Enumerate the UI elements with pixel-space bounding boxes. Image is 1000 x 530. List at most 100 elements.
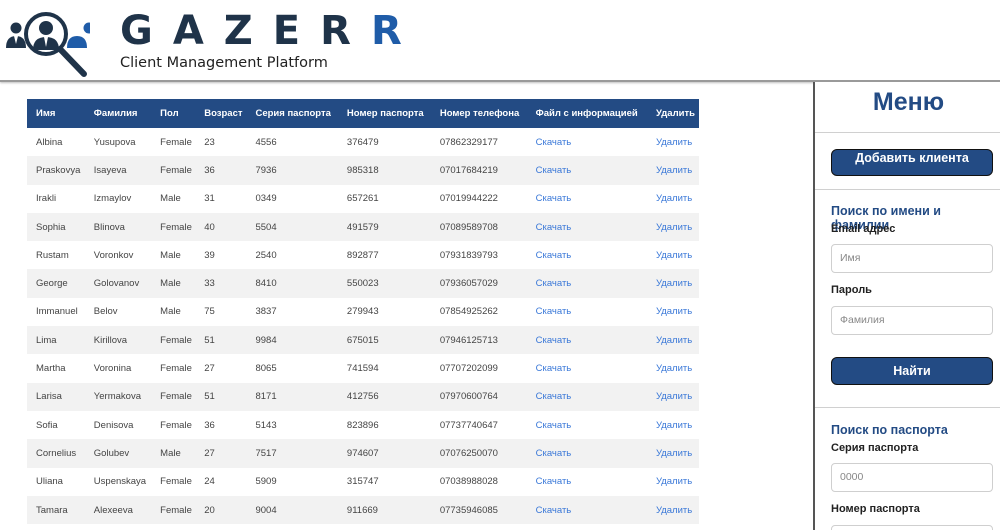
- table-cell: 07854925262: [439, 306, 498, 318]
- download-link[interactable]: Скачать: [536, 363, 572, 374]
- delete-link[interactable]: Удалить: [656, 193, 692, 204]
- table-cell: 9984: [246, 326, 338, 355]
- table-cell: 823896: [346, 419, 379, 431]
- delete-cell: Удалить: [646, 495, 699, 525]
- column-header: Серия паспорта: [246, 99, 338, 128]
- delete-link[interactable]: Удалить: [656, 335, 692, 346]
- table-cell: 892877: [346, 249, 379, 261]
- delete-cell: Удалить: [646, 326, 699, 355]
- table-cell: Lima: [27, 326, 85, 355]
- table-cell: George: [27, 269, 85, 298]
- table-cell: 985318: [337, 156, 431, 185]
- delete-cell: Удалить: [646, 156, 699, 185]
- table-cell: Tamara: [27, 495, 85, 525]
- delete-link[interactable]: Удалить: [656, 137, 692, 148]
- table-row: Larisa Yermakova Female 51 8171 412756 0797060…: [27, 382, 699, 411]
- table-cell: Male: [160, 249, 181, 261]
- download-link[interactable]: Скачать: [536, 278, 572, 289]
- add-client-button[interactable]: Добавить клиента: [831, 149, 993, 176]
- delete-link[interactable]: Удалить: [656, 448, 692, 459]
- table-cell: 75: [204, 306, 215, 318]
- delete-cell: Удалить: [646, 269, 699, 298]
- gazer-logo-icon: [6, 12, 90, 77]
- download-link[interactable]: Скачать: [536, 391, 572, 402]
- download-link[interactable]: Скачать: [536, 165, 572, 176]
- table-cell: 2540: [255, 249, 277, 261]
- name-input[interactable]: Имя: [831, 244, 993, 273]
- find-button[interactable]: Найти: [831, 357, 993, 385]
- table-cell: Male: [151, 439, 196, 468]
- column-header: Пол: [151, 99, 196, 128]
- download-link[interactable]: Скачать: [536, 505, 572, 516]
- brand-letter-g: G: [120, 8, 173, 54]
- table-cell: 51: [195, 326, 247, 355]
- download-link[interactable]: Скачать: [536, 193, 572, 204]
- table-cell: Female: [160, 136, 192, 148]
- table-cell: Cornelius: [27, 439, 85, 468]
- table-cell: Praskovya: [27, 156, 85, 185]
- download-link[interactable]: Скачать: [536, 476, 572, 487]
- table-cell: Izmaylov: [93, 193, 132, 205]
- delete-link[interactable]: Удалить: [656, 278, 692, 289]
- download-cell: Скачать: [527, 241, 647, 269]
- delete-link[interactable]: Удалить: [656, 391, 692, 402]
- download-cell: Скачать: [527, 468, 647, 496]
- download-link[interactable]: Скачать: [536, 420, 572, 431]
- delete-link[interactable]: Удалить: [656, 222, 692, 233]
- delete-cell: Удалить: [647, 185, 699, 213]
- table-cell: 4556: [255, 136, 277, 148]
- table-cell: 07017684219: [430, 156, 527, 185]
- table-cell: Albina: [36, 136, 63, 148]
- table-cell: 5909: [255, 476, 277, 488]
- delete-link[interactable]: Удалить: [656, 505, 692, 516]
- delete-link[interactable]: Удалить: [656, 420, 692, 431]
- table-cell: Alexeeva: [84, 495, 152, 525]
- download-link[interactable]: Скачать: [536, 250, 572, 261]
- download-link[interactable]: Скачать: [536, 335, 572, 346]
- menu-title: Меню: [872, 88, 945, 116]
- table-cell: 550023: [337, 269, 431, 298]
- table-cell: 51: [195, 382, 247, 411]
- table-cell: 7517: [246, 439, 338, 468]
- table-cell: 07946125713: [430, 326, 527, 355]
- table-cell: 07970600764: [430, 382, 527, 411]
- table-header-row: Имя Фамилия Пол Возраст Серия паспорта Номер …: [27, 99, 699, 128]
- delete-link[interactable]: Удалить: [656, 476, 692, 487]
- download-cell: Скачать: [527, 128, 647, 156]
- table-cell: 974607: [337, 439, 431, 468]
- passport-series-input[interactable]: 0000: [831, 463, 993, 492]
- table-cell: Voronkov: [93, 249, 134, 261]
- delete-link[interactable]: Удалить: [656, 363, 692, 374]
- table-row: Lima Kirillova Female 51 9984 675015 079461257…: [27, 326, 699, 355]
- delete-cell: Удалить: [646, 382, 699, 411]
- table-cell: Male: [151, 269, 196, 298]
- passport-number-input[interactable]: [831, 525, 993, 530]
- delete-link[interactable]: Удалить: [656, 306, 692, 317]
- table-cell: 36: [195, 156, 247, 185]
- table-cell: Female: [151, 212, 196, 242]
- download-link[interactable]: Скачать: [536, 306, 572, 317]
- delete-cell: Удалить: [647, 411, 699, 439]
- delete-link[interactable]: Удалить: [656, 250, 692, 261]
- table-cell: 5143: [255, 419, 277, 431]
- brand: GAZERR Client Management Platform: [120, 8, 422, 71]
- download-link[interactable]: Скачать: [536, 222, 572, 233]
- brand-letter-r: R: [370, 8, 422, 54]
- table-cell: 33: [195, 269, 247, 298]
- download-cell: Скачать: [527, 185, 647, 213]
- table-cell: 20: [195, 495, 247, 525]
- surname-input[interactable]: Фамилия: [831, 306, 993, 335]
- delete-cell: Удалить: [647, 241, 699, 269]
- table-cell: 0349: [255, 193, 277, 205]
- table-cell: Rustam: [36, 249, 69, 261]
- download-link[interactable]: Скачать: [536, 137, 572, 148]
- table-cell: Female: [160, 476, 192, 488]
- table-cell: Sofia: [36, 419, 58, 431]
- table-cell: Golovanov: [84, 269, 152, 298]
- table-cell: Uliana: [36, 476, 63, 488]
- table-cell: 27: [204, 363, 215, 375]
- delete-cell: Удалить: [647, 128, 699, 156]
- download-link[interactable]: Скачать: [536, 448, 572, 459]
- table-cell: 07707202099: [439, 363, 498, 375]
- delete-link[interactable]: Удалить: [656, 165, 692, 176]
